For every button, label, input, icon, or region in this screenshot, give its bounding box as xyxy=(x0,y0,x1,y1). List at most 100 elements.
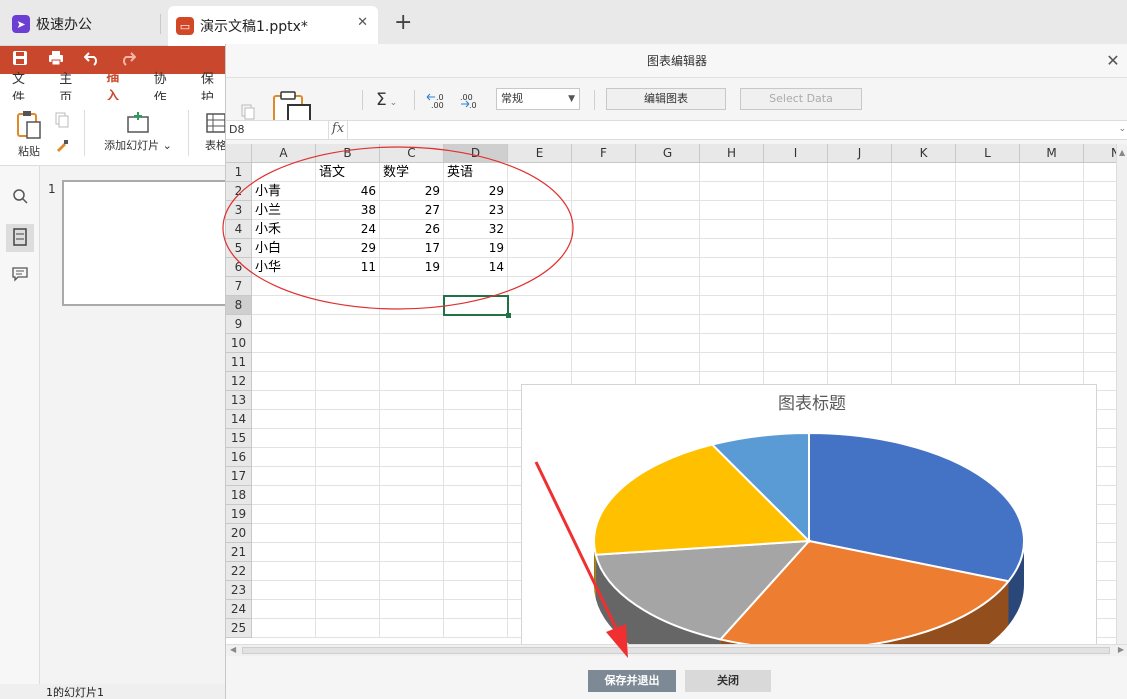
cell-h10[interactable] xyxy=(700,334,764,353)
cell-d20[interactable] xyxy=(444,524,508,543)
row-header-2[interactable]: 2 xyxy=(226,182,252,201)
cell-a11[interactable] xyxy=(252,353,316,372)
cell-b2[interactable]: 46 xyxy=(316,182,380,201)
cell-m4[interactable] xyxy=(1020,220,1084,239)
cell-g1[interactable] xyxy=(636,163,700,182)
row-header-15[interactable]: 15 xyxy=(226,429,252,448)
cell-b22[interactable] xyxy=(316,562,380,581)
cell-d22[interactable] xyxy=(444,562,508,581)
cell-b21[interactable] xyxy=(316,543,380,562)
cell-j5[interactable] xyxy=(828,239,892,258)
cell-e10[interactable] xyxy=(508,334,572,353)
undo-icon[interactable] xyxy=(83,50,100,70)
close-icon[interactable]: ✕ xyxy=(1103,51,1123,70)
cell-c10[interactable] xyxy=(380,334,444,353)
cell-f9[interactable] xyxy=(572,315,636,334)
column-header-g[interactable]: G xyxy=(636,144,700,163)
column-header-k[interactable]: K xyxy=(892,144,956,163)
slides-icon[interactable] xyxy=(6,224,34,252)
cell-f5[interactable] xyxy=(572,239,636,258)
cell-b1[interactable]: 语文 xyxy=(316,163,380,182)
row-header-21[interactable]: 21 xyxy=(226,543,252,562)
cell-d21[interactable] xyxy=(444,543,508,562)
print-icon[interactable] xyxy=(48,50,64,70)
add-slide-button[interactable]: 添加幻灯片 ⌄ xyxy=(102,112,174,153)
cell-a15[interactable] xyxy=(252,429,316,448)
cell-d2[interactable]: 29 xyxy=(444,182,508,201)
cell-l7[interactable] xyxy=(956,277,1020,296)
close-tab-icon[interactable]: ✕ xyxy=(357,15,368,30)
cell-d12[interactable] xyxy=(444,372,508,391)
cell-c15[interactable] xyxy=(380,429,444,448)
cell-c25[interactable] xyxy=(380,619,444,638)
cell-g5[interactable] xyxy=(636,239,700,258)
cell-m9[interactable] xyxy=(1020,315,1084,334)
horizontal-scrollbar[interactable]: ◀ ▶ xyxy=(226,644,1127,656)
cell-m5[interactable] xyxy=(1020,239,1084,258)
cell-d17[interactable] xyxy=(444,467,508,486)
cell-d4[interactable]: 32 xyxy=(444,220,508,239)
cell-f7[interactable] xyxy=(572,277,636,296)
cell-i5[interactable] xyxy=(764,239,828,258)
cell-d14[interactable] xyxy=(444,410,508,429)
cell-k7[interactable] xyxy=(892,277,956,296)
cell-a8[interactable] xyxy=(252,296,316,315)
cell-j4[interactable] xyxy=(828,220,892,239)
slide-thumbnail[interactable] xyxy=(62,180,232,306)
cell-a13[interactable] xyxy=(252,391,316,410)
row-header-10[interactable]: 10 xyxy=(226,334,252,353)
cell-a3[interactable]: 小兰 xyxy=(252,201,316,220)
cell-b12[interactable] xyxy=(316,372,380,391)
cell-d24[interactable] xyxy=(444,600,508,619)
cell-c19[interactable] xyxy=(380,505,444,524)
cell-h5[interactable] xyxy=(700,239,764,258)
cell-a21[interactable] xyxy=(252,543,316,562)
cell-b6[interactable]: 11 xyxy=(316,258,380,277)
tab-document[interactable]: ▭ 演示文稿1.pptx* ✕ xyxy=(168,6,378,46)
cell-d23[interactable] xyxy=(444,581,508,600)
row-header-11[interactable]: 11 xyxy=(226,353,252,372)
cell-l1[interactable] xyxy=(956,163,1020,182)
cell-g8[interactable] xyxy=(636,296,700,315)
row-header-16[interactable]: 16 xyxy=(226,448,252,467)
cell-a12[interactable] xyxy=(252,372,316,391)
row-header-4[interactable]: 4 xyxy=(226,220,252,239)
close-button[interactable]: 关闭 xyxy=(685,670,771,692)
cell-g11[interactable] xyxy=(636,353,700,372)
cell-h1[interactable] xyxy=(700,163,764,182)
cell-a20[interactable] xyxy=(252,524,316,543)
select-all-corner[interactable] xyxy=(226,144,252,163)
cell-h9[interactable] xyxy=(700,315,764,334)
row-header-17[interactable]: 17 xyxy=(226,467,252,486)
cell-a7[interactable] xyxy=(252,277,316,296)
cell-d16[interactable] xyxy=(444,448,508,467)
cell-d3[interactable]: 23 xyxy=(444,201,508,220)
column-header-h[interactable]: H xyxy=(700,144,764,163)
cell-l5[interactable] xyxy=(956,239,1020,258)
search-icon[interactable] xyxy=(10,188,30,208)
cell-c14[interactable] xyxy=(380,410,444,429)
cell-f8[interactable] xyxy=(572,296,636,315)
cell-d15[interactable] xyxy=(444,429,508,448)
cell-m8[interactable] xyxy=(1020,296,1084,315)
cell-b3[interactable]: 38 xyxy=(316,201,380,220)
column-header-b[interactable]: B xyxy=(316,144,380,163)
cell-f2[interactable] xyxy=(572,182,636,201)
cell-e11[interactable] xyxy=(508,353,572,372)
cell-c12[interactable] xyxy=(380,372,444,391)
cell-f3[interactable] xyxy=(572,201,636,220)
cell-a14[interactable] xyxy=(252,410,316,429)
cell-b11[interactable] xyxy=(316,353,380,372)
cell-b17[interactable] xyxy=(316,467,380,486)
cell-l4[interactable] xyxy=(956,220,1020,239)
cell-l8[interactable] xyxy=(956,296,1020,315)
cell-f11[interactable] xyxy=(572,353,636,372)
cell-a2[interactable]: 小青 xyxy=(252,182,316,201)
save-icon[interactable] xyxy=(12,50,28,70)
column-header-c[interactable]: C xyxy=(380,144,444,163)
cell-c18[interactable] xyxy=(380,486,444,505)
cell-g10[interactable] xyxy=(636,334,700,353)
cell-l11[interactable] xyxy=(956,353,1020,372)
cell-e7[interactable] xyxy=(508,277,572,296)
cell-c3[interactable]: 27 xyxy=(380,201,444,220)
